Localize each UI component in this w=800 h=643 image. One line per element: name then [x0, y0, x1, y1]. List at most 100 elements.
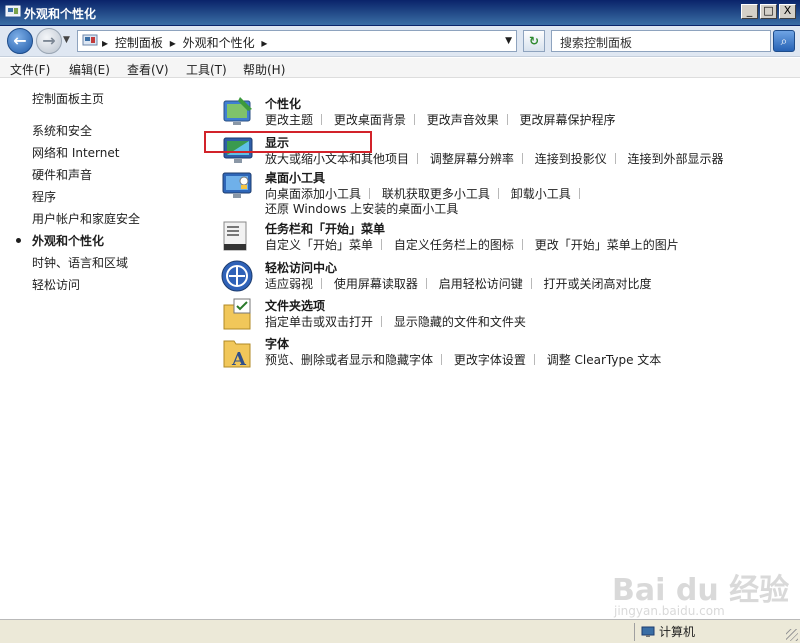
category-title[interactable]: 任务栏和「开始」菜单 [265, 220, 385, 237]
link-toggle-high-contrast[interactable]: 打开或关闭高对比度 [544, 277, 652, 291]
menu-edit[interactable]: 编辑(E) [69, 61, 110, 78]
divider [413, 114, 415, 125]
nav-system-security[interactable]: 系统和安全 [32, 122, 92, 139]
active-bullet-icon [16, 238, 21, 243]
nav-programs[interactable]: 程序 [32, 188, 56, 205]
link-change-desktop-background[interactable]: 更改桌面背景 [334, 113, 406, 127]
link-get-more-gadgets[interactable]: 联机获取更多小工具 [382, 187, 490, 201]
divider [417, 153, 419, 164]
resize-grip-icon[interactable] [786, 629, 798, 641]
folder-options-icon [223, 298, 251, 330]
divider [441, 354, 443, 365]
category-title[interactable]: 文件夹选项 [265, 297, 325, 314]
nav-hardware-sound[interactable]: 硬件和声音 [32, 166, 92, 183]
breadcrumb-appearance[interactable]: 外观和个性化 [183, 36, 255, 50]
link-connect-projector[interactable]: 连接到投影仪 [535, 152, 607, 166]
category-title[interactable]: 轻松访问中心 [265, 259, 337, 276]
divider [381, 316, 383, 327]
divider [530, 278, 532, 289]
minimize-button[interactable]: _ [741, 4, 758, 19]
menu-bar: 文件(F) 编辑(E) 查看(V) 工具(T) 帮助(H) [0, 58, 800, 78]
link-customize-start-menu[interactable]: 自定义「开始」菜单 [265, 238, 373, 252]
address-dropdown-icon[interactable]: ▼ [505, 36, 512, 46]
nav-control-panel-home[interactable]: 控制面板主页 [32, 90, 104, 107]
refresh-button[interactable]: ↻ [523, 30, 545, 52]
divider [381, 239, 383, 250]
category-title[interactable]: 桌面小工具 [265, 169, 325, 186]
arrow-left-icon: ← [13, 31, 27, 50]
control-panel-icon [82, 34, 98, 46]
nav-appearance[interactable]: 外观和个性化 [32, 232, 104, 249]
link-text-size[interactable]: 放大或缩小文本和其他项目 [265, 152, 409, 166]
search-input[interactable]: 搜索控制面板 [551, 30, 771, 52]
search-icon: ⌕ [780, 34, 788, 48]
divider [369, 188, 371, 199]
link-preview-delete-fonts[interactable]: 预览、删除或者显示和隐藏字体 [265, 353, 433, 367]
divider [521, 153, 523, 164]
maximize-button[interactable]: □ [760, 4, 777, 19]
breadcrumb-chevron-icon[interactable]: ▸ [102, 36, 108, 50]
link-connect-external-display[interactable]: 连接到外部显示器 [628, 152, 724, 166]
link-restore-gadgets[interactable]: 还原 Windows 上安装的桌面小工具 [265, 202, 458, 216]
link-use-screen-reader[interactable]: 使用屏幕读取器 [334, 277, 418, 291]
breadcrumb-chevron-icon[interactable]: ▸ [261, 36, 267, 50]
divider [614, 153, 616, 164]
link-change-screensaver[interactable]: 更改屏幕保护程序 [520, 113, 616, 127]
highlight-box [204, 131, 372, 153]
menu-tools[interactable]: 工具(T) [186, 61, 227, 78]
category-title[interactable]: 字体 [265, 335, 289, 352]
link-add-gadgets[interactable]: 向桌面添加小工具 [265, 187, 361, 201]
link-change-font-settings[interactable]: 更改字体设置 [454, 353, 526, 367]
nav-clock-language-region[interactable]: 时钟、语言和区域 [32, 254, 128, 271]
personalization-icon [223, 97, 252, 125]
watermark-url: jingyan.baidu.com [614, 604, 725, 618]
nav-ease-of-access[interactable]: 轻松访问 [32, 276, 80, 293]
status-location-label: 计算机 [659, 625, 696, 639]
divider [578, 188, 580, 199]
close-button[interactable]: X [779, 4, 796, 19]
window-title: 外观和个性化 [24, 7, 97, 21]
title-bar[interactable]: 外观和个性化 _ □ X [0, 0, 800, 26]
arrow-right-icon: → [42, 31, 56, 50]
link-optimize-vision[interactable]: 适应弱视 [265, 277, 313, 291]
nav-user-accounts[interactable]: 用户帐户和家庭安全 [32, 210, 140, 227]
link-change-sounds[interactable]: 更改声音效果 [427, 113, 499, 127]
link-uninstall-gadget[interactable]: 卸载小工具 [511, 187, 571, 201]
menu-help[interactable]: 帮助(H) [243, 61, 285, 78]
watermark-logo: Bai du 经验 [612, 573, 790, 608]
back-button[interactable]: ← [7, 28, 33, 54]
link-screen-resolution[interactable]: 调整屏幕分辨率 [430, 152, 514, 166]
divider [425, 278, 427, 289]
address-bar[interactable]: ▸ 控制面板 ▸ 外观和个性化 ▸ ▼ [77, 30, 517, 52]
search-button[interactable]: ⌕ [773, 30, 795, 52]
svg-text:A: A [231, 349, 247, 369]
menu-file[interactable]: 文件(F) [10, 61, 50, 78]
category-title[interactable]: 个性化 [265, 95, 301, 112]
control-panel-icon [5, 5, 21, 17]
link-single-double-click[interactable]: 指定单击或双击打开 [265, 315, 373, 329]
recent-pages-dropdown-icon[interactable]: ▼ [63, 35, 70, 45]
taskbar-icon [223, 221, 247, 251]
computer-icon [641, 626, 655, 637]
breadcrumb-control-panel[interactable]: 控制面板 [115, 36, 163, 50]
link-customize-taskbar-icons[interactable]: 自定义任务栏上的图标 [394, 238, 514, 252]
status-location: 计算机 [634, 623, 754, 641]
divider [506, 114, 508, 125]
divider [497, 188, 499, 199]
divider [321, 114, 323, 125]
fonts-icon: A [223, 340, 251, 369]
forward-button[interactable]: → [36, 28, 62, 54]
link-turn-on-easy-access-keys[interactable]: 启用轻松访问键 [439, 277, 523, 291]
nav-network-internet[interactable]: 网络和 Internet [32, 144, 119, 161]
link-show-hidden-files[interactable]: 显示隐藏的文件和文件夹 [394, 315, 526, 329]
breadcrumb-chevron-icon[interactable]: ▸ [170, 36, 176, 50]
menu-view[interactable]: 查看(V) [127, 61, 169, 78]
main-content: 控制面板主页 系统和安全 网络和 Internet 硬件和声音 程序 用户帐户和… [0, 79, 800, 619]
divider [533, 354, 535, 365]
status-bar: 计算机 [0, 619, 800, 643]
link-change-start-menu-picture[interactable]: 更改「开始」菜单上的图片 [535, 238, 679, 252]
navigation-bar: ← → ▼ ▸ 控制面板 ▸ 外观和个性化 ▸ ▼ ↻ 搜索控制面板 ⌕ [0, 26, 800, 57]
divider [321, 278, 323, 289]
link-adjust-cleartype[interactable]: 调整 ClearType 文本 [547, 353, 662, 367]
link-change-theme[interactable]: 更改主题 [265, 113, 313, 127]
